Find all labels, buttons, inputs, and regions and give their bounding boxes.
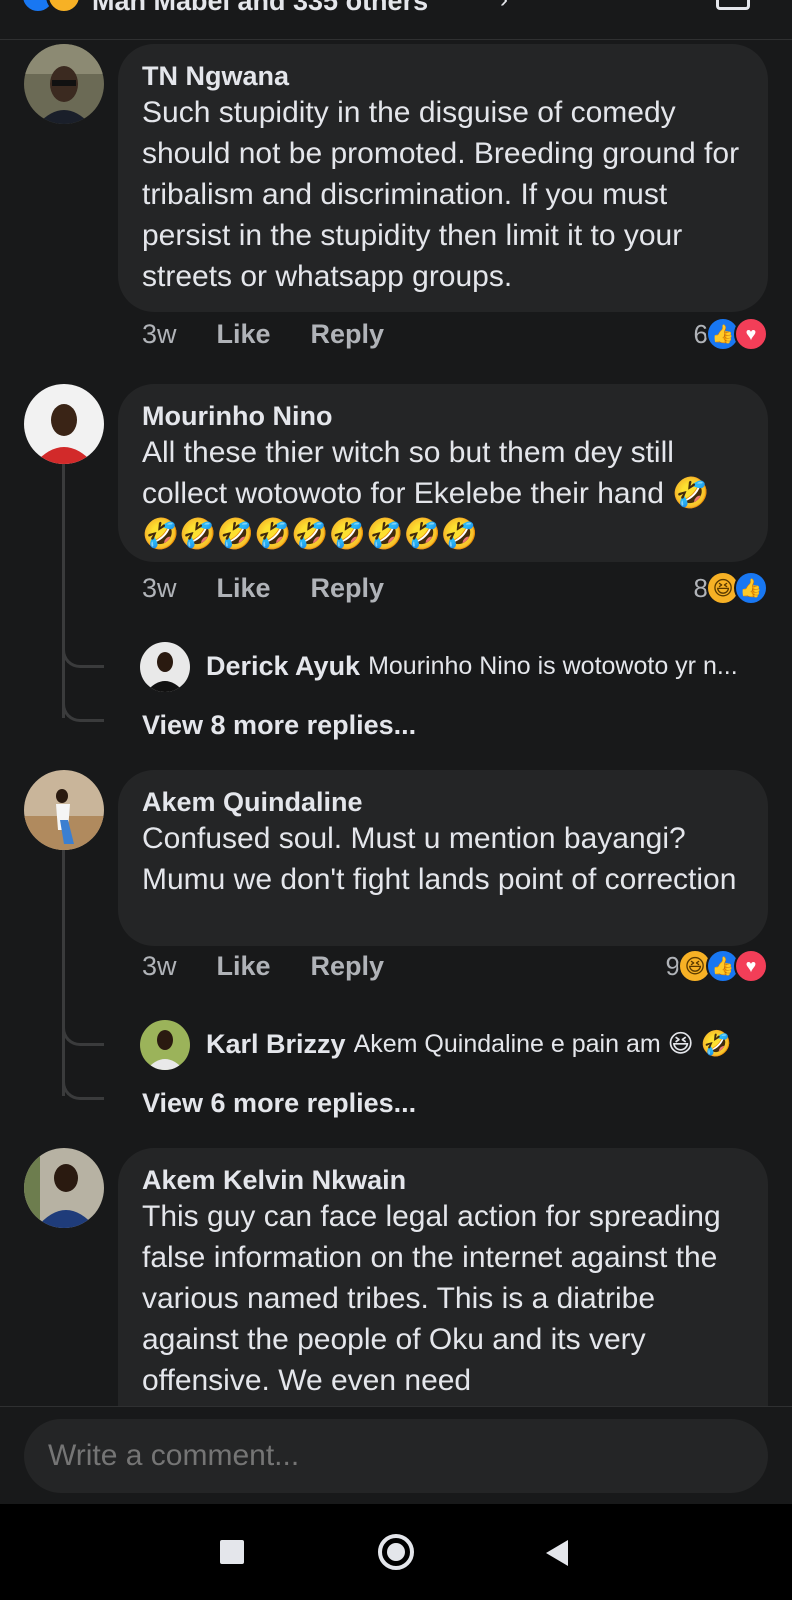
comment-author[interactable]: Akem Quindaline [142,786,744,818]
back-icon[interactable] [546,1540,568,1566]
reaction-summary[interactable]: 9 😆 👍 ♥ [666,946,768,986]
comment-text: Such stupidity in the disguise of comedy… [142,96,740,293]
view-more-replies-link[interactable]: View 8 more replies... [142,710,416,741]
reaction-summary[interactable]: 6 👍 ♥ [694,314,768,354]
comment-text: All these thier witch so but them dey st… [142,436,710,551]
comment-bubble[interactable]: Akem Quindaline Confused soul. Must u me… [118,770,768,946]
thread-line [62,462,65,718]
avatar[interactable] [24,770,104,850]
like-reaction-icon: 👍 [734,571,768,605]
comment-time[interactable]: 3w [142,573,177,604]
comment-bubble[interactable]: Akem Kelvin Nkwain This guy can face leg… [118,1148,768,1406]
like-outline-icon[interactable] [716,0,750,10]
comment-actions: 3w Like Reply [142,946,384,986]
comment-time[interactable]: 3w [142,319,177,350]
thread-connector [62,640,104,668]
reply-preview[interactable]: Derick Ayuk Mourinho Nino is wotowoto yr… [206,646,766,686]
avatar[interactable] [24,384,104,464]
thread-connector [62,694,104,722]
thread-connector [62,1072,104,1100]
comment-input[interactable] [24,1419,768,1493]
recent-apps-icon[interactable] [220,1540,244,1564]
comment-composer [0,1406,792,1504]
reply-avatar[interactable] [140,642,190,692]
like-button[interactable]: Like [217,573,271,604]
comment-text: Confused soul. Must u mention bayangi? M… [142,822,737,896]
reply-button[interactable]: Reply [311,951,385,982]
comment-actions: 3w Like Reply [142,568,384,608]
system-navigation-bar [0,1504,792,1600]
reaction-summary[interactable]: 8 😆 👍 [694,568,768,608]
avatar[interactable] [24,44,104,124]
avatar[interactable] [24,1148,104,1228]
comment-author[interactable]: Akem Kelvin Nkwain [142,1164,744,1196]
haha-reaction-icon [46,0,82,14]
comment-author[interactable]: Mourinho Nino [142,400,744,432]
thread-connector [62,1018,104,1046]
reply-text: Akem Quindaline e pain am 😆 🤣 [353,1030,732,1058]
reply-button[interactable]: Reply [311,573,385,604]
comment-actions: 3w Like Reply [142,314,384,354]
comments-feed[interactable]: TN Ngwana Such stupidity in the disguise… [0,40,792,1406]
reply-avatar[interactable] [140,1020,190,1070]
thread-line [62,846,65,1096]
reply-text: Mourinho Nino is wotowoto yr n... [368,651,738,680]
comment-bubble[interactable]: TN Ngwana Such stupidity in the disguise… [118,44,768,312]
comment-time[interactable]: 3w [142,951,177,982]
comment-author[interactable]: TN Ngwana [142,60,744,92]
reaction-icons [20,0,82,14]
reply-button[interactable]: Reply [311,319,385,350]
reactors-names[interactable]: Mah Mabel and 335 others [92,0,428,17]
view-more-replies-link[interactable]: View 6 more replies... [142,1088,416,1119]
chevron-right-icon: › [500,0,508,14]
comment-text: This guy can face legal action for sprea… [142,1200,721,1397]
like-button[interactable]: Like [217,951,271,982]
reply-preview[interactable]: Karl Brizzy Akem Quindaline e pain am 😆 … [206,1024,766,1064]
love-reaction-icon: ♥ [734,317,768,351]
comment-bubble[interactable]: Mourinho Nino All these thier witch so b… [118,384,768,562]
reply-author[interactable]: Derick Ayuk [206,651,360,682]
home-icon[interactable] [378,1534,414,1570]
reply-author[interactable]: Karl Brizzy [206,1029,346,1060]
love-reaction-icon: ♥ [734,949,768,983]
reactions-summary-bar[interactable]: Mah Mabel and 335 others › [0,0,792,40]
like-button[interactable]: Like [217,319,271,350]
